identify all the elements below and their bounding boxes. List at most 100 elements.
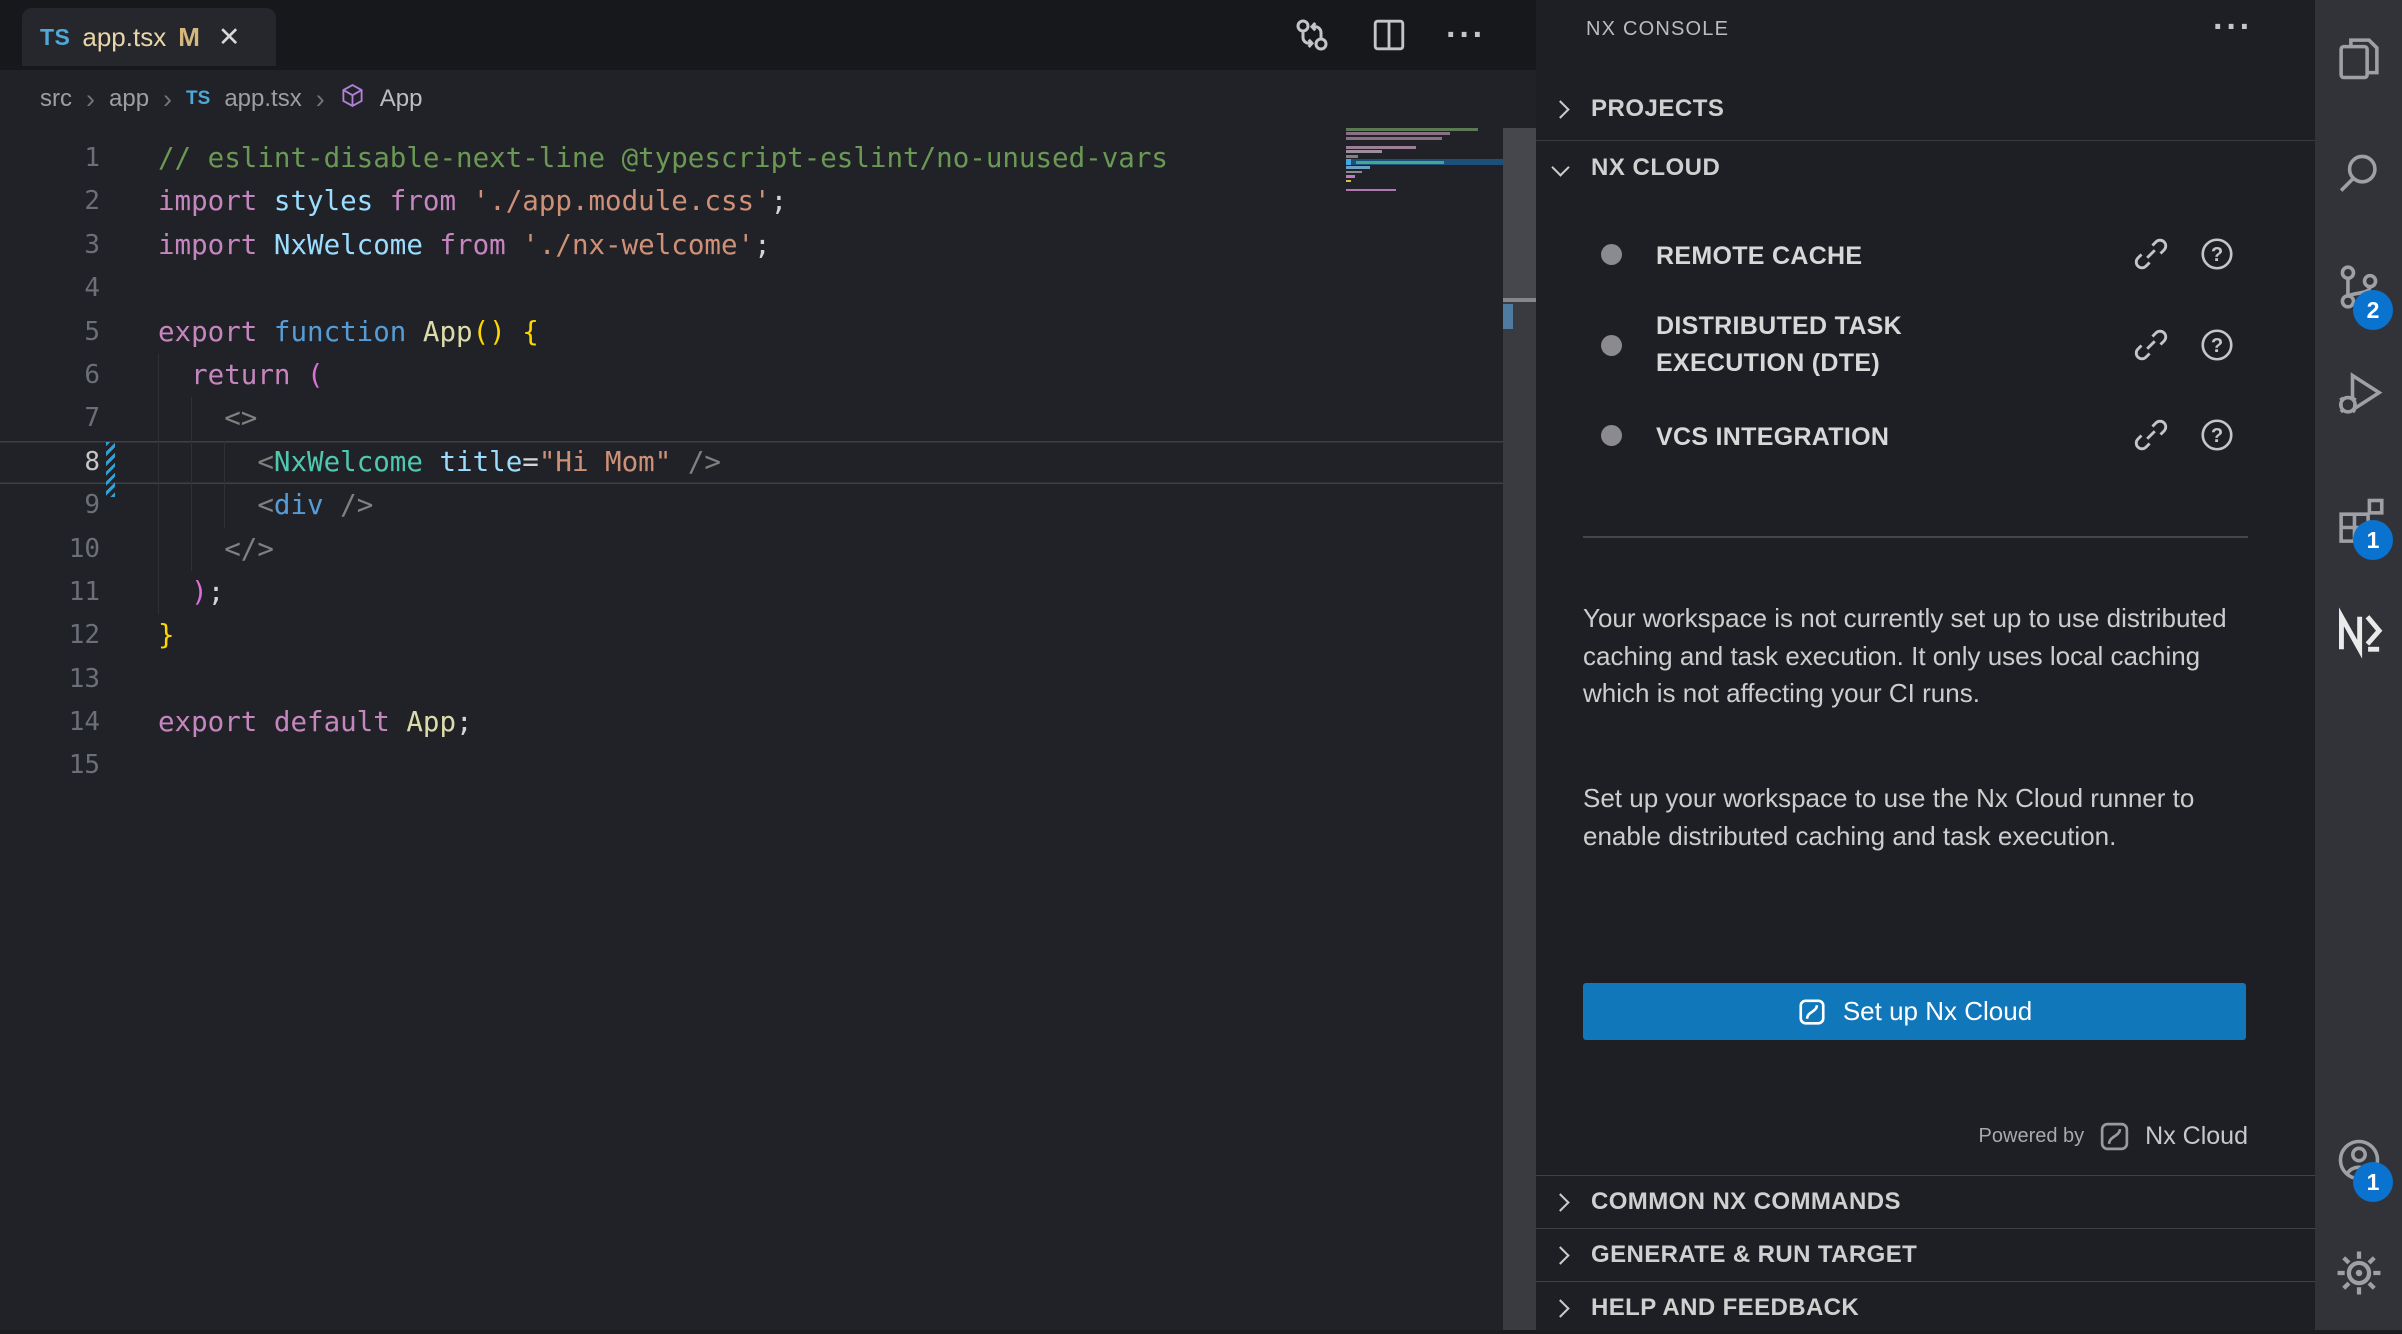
- code-editor[interactable]: 1// eslint-disable-next-line @typescript…: [0, 137, 1503, 788]
- minimap-line: [1346, 132, 1450, 135]
- accounts-badge: 1: [2353, 1162, 2393, 1202]
- section-label: PROJECTS: [1591, 95, 1724, 123]
- code-line-3[interactable]: 3import NxWelcome from './nx-welcome';: [0, 224, 1503, 267]
- activity-bar: 2 1 1: [2315, 0, 2402, 1330]
- powered-by-row: Powered by Nx Cloud: [1979, 1120, 2248, 1153]
- connect-icon[interactable]: [2132, 416, 2170, 459]
- line-number: 1: [0, 137, 100, 180]
- line-number: 10: [0, 528, 100, 571]
- breadcrumb-separator: ›: [163, 84, 172, 115]
- minimap-line: [1346, 150, 1382, 153]
- search-icon[interactable]: [2333, 147, 2385, 199]
- line-number: 13: [0, 658, 100, 701]
- minimap-line: [1346, 175, 1355, 178]
- line-number: 9: [0, 484, 100, 527]
- section-label: COMMON NX COMMANDS: [1591, 1188, 1901, 1216]
- section-help-and-feedback[interactable]: HELP AND FEEDBACK: [1536, 1281, 2315, 1334]
- extensions-badge: 1: [2353, 520, 2393, 560]
- section-label: HELP AND FEEDBACK: [1591, 1294, 1859, 1322]
- section-generate-run-target[interactable]: GENERATE & RUN TARGET: [1536, 1228, 2315, 1281]
- code-line-7[interactable]: 7 <>: [0, 397, 1503, 440]
- code-line-15[interactable]: 15: [0, 744, 1503, 787]
- nx-cloud-item: VCS INTEGRATION?: [1536, 410, 2315, 460]
- split-editor-icon[interactable]: [1370, 16, 1408, 54]
- tab-app-tsx[interactable]: TS app.tsx M ✕: [22, 8, 276, 66]
- status-dot-icon: [1601, 244, 1622, 265]
- breadcrumb-symbol[interactable]: App: [380, 85, 423, 113]
- help-question-icon[interactable]: ?: [2198, 416, 2236, 459]
- panel-title: NX CONSOLE: [1586, 18, 1729, 41]
- code-line-11[interactable]: 11 );: [0, 571, 1503, 614]
- code-line-1[interactable]: 1// eslint-disable-next-line @typescript…: [0, 137, 1503, 180]
- connect-icon[interactable]: [2132, 326, 2170, 369]
- panel-more-actions-icon[interactable]: ···: [2213, 10, 2253, 44]
- modified-line-indicator: [106, 442, 115, 497]
- editor-scrollbar[interactable]: [1503, 128, 1536, 1330]
- editor-actions: ···: [1292, 0, 1486, 70]
- panel-title-row: NX CONSOLE ···: [1536, 0, 2315, 60]
- close-icon[interactable]: ✕: [218, 22, 241, 53]
- help-question-icon[interactable]: ?: [2198, 326, 2236, 369]
- line-number: 12: [0, 614, 100, 657]
- minimap-line: [1346, 193, 1347, 196]
- more-actions-icon[interactable]: ···: [1446, 18, 1486, 52]
- code-line-8[interactable]: 8 <NxWelcome title="Hi Mom" />: [0, 441, 1503, 484]
- section-label: NX CLOUD: [1591, 154, 1720, 182]
- chevron-right-icon: [1551, 100, 1569, 118]
- section-projects[interactable]: PROJECTS: [1536, 82, 2315, 136]
- code-line-6[interactable]: 6 return (: [0, 354, 1503, 397]
- nx-console-panel: NX CONSOLE ··· PROJECTS NX CLOUD REMOTE …: [1536, 0, 2315, 1330]
- code-line-9[interactable]: 9 <div />: [0, 484, 1503, 527]
- open-changes-icon[interactable]: [1292, 15, 1332, 55]
- section-nx-cloud[interactable]: NX CLOUD: [1536, 140, 2315, 194]
- minimap[interactable]: [1346, 128, 1503, 198]
- status-dot-icon: [1601, 335, 1622, 356]
- code-line-14[interactable]: 14export default App;: [0, 701, 1503, 744]
- nx-console-icon[interactable]: [2333, 607, 2385, 659]
- nx-cloud-description: Your workspace is not currently set up t…: [1583, 600, 2273, 713]
- svg-text:?: ?: [2211, 335, 2223, 357]
- code-line-12[interactable]: 12}: [0, 614, 1503, 657]
- code-line-10[interactable]: 10 </>: [0, 528, 1503, 571]
- code-line-4[interactable]: 4: [0, 267, 1503, 310]
- nx-cloud-label[interactable]: Nx Cloud: [2145, 1122, 2248, 1151]
- setup-button-label: Set up Nx Cloud: [1843, 996, 2032, 1027]
- breadcrumb-app[interactable]: app: [109, 85, 149, 113]
- scrollbar-thumb[interactable]: [1503, 128, 1536, 298]
- connect-icon[interactable]: [2132, 235, 2170, 278]
- setup-nx-cloud-button[interactable]: Set up Nx Cloud: [1583, 983, 2246, 1040]
- code-line-2[interactable]: 2import styles from './app.module.css';: [0, 180, 1503, 223]
- run-debug-icon[interactable]: [2333, 367, 2385, 419]
- minimap-line: [1346, 189, 1396, 192]
- line-number: 8: [0, 441, 100, 484]
- code-line-13[interactable]: 13: [0, 658, 1503, 701]
- nx-cloud-icon: [2098, 1120, 2131, 1153]
- line-number: 6: [0, 354, 100, 397]
- line-number: 11: [0, 571, 100, 614]
- minimap-highlighted-line: [1346, 159, 1503, 165]
- settings-gear-icon[interactable]: [2333, 1247, 2385, 1299]
- line-number: 15: [0, 744, 100, 787]
- line-number: 14: [0, 701, 100, 744]
- help-question-icon[interactable]: ?: [2198, 235, 2236, 278]
- breadcrumb-file[interactable]: app.tsx: [224, 85, 301, 113]
- code-line-5[interactable]: 5export function App() {: [0, 311, 1503, 354]
- minimap-line: [1346, 180, 1351, 183]
- chevron-down-icon: [1551, 158, 1569, 176]
- nx-cloud-item: REMOTE CACHE?: [1536, 229, 2315, 279]
- symbol-cube-icon: [339, 82, 366, 116]
- editor-group: TS app.tsx M ✕ ···: [0, 0, 1536, 1330]
- explorer-icon[interactable]: [2333, 32, 2385, 84]
- scrollbar-divider: [1503, 298, 1536, 302]
- status-dot-icon: [1601, 425, 1622, 446]
- svg-text:?: ?: [2211, 425, 2223, 447]
- minimap-line: [1346, 171, 1362, 174]
- chevron-right-icon: [1551, 1299, 1569, 1317]
- line-number: 2: [0, 180, 100, 223]
- minimap-line: [1346, 146, 1416, 149]
- line-number: 3: [0, 224, 100, 267]
- section-common-nx-commands[interactable]: COMMON NX COMMANDS: [1536, 1175, 2315, 1228]
- overview-ruler-cursor-mark: [1503, 304, 1513, 329]
- breadcrumb-src[interactable]: src: [40, 85, 72, 113]
- tab-bar: TS app.tsx M ✕ ···: [0, 0, 1536, 70]
